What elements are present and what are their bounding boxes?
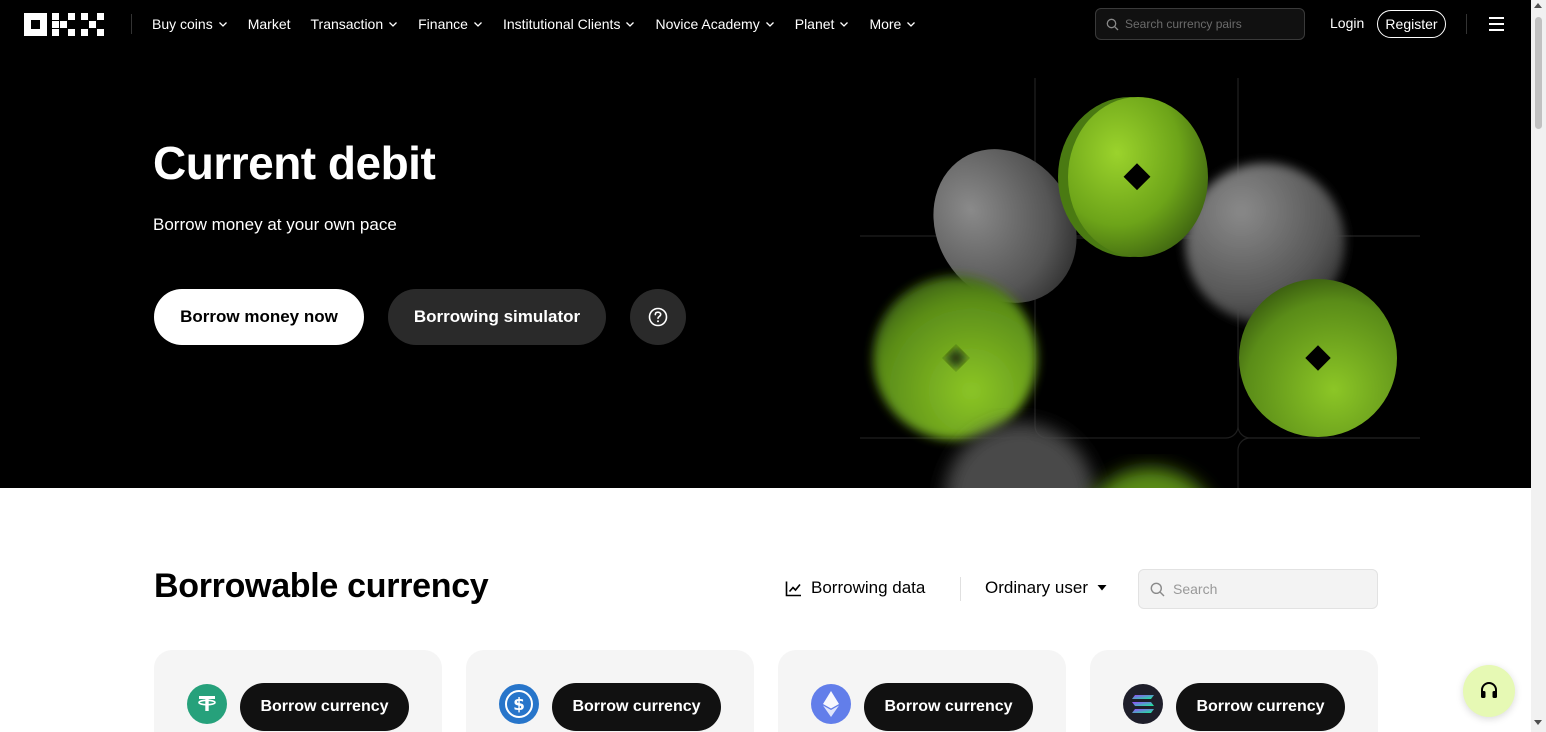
chevron-down-icon <box>473 22 482 27</box>
menu-icon[interactable] <box>1489 17 1504 31</box>
nav-item-novice-academy[interactable]: Novice Academy <box>655 16 774 32</box>
nav-item-planet[interactable]: Planet <box>795 16 850 32</box>
nav-item-finance[interactable]: Finance <box>418 16 483 32</box>
caret-down-icon <box>1097 585 1107 591</box>
login-link[interactable]: Login <box>1330 15 1364 31</box>
nav-item-label: Institutional Clients <box>502 16 621 32</box>
nav-item-label: Finance <box>418 16 468 32</box>
borrow-currency-button[interactable]: Borrow currency <box>864 683 1033 731</box>
currency-card: $ Borrow currency <box>466 650 754 732</box>
page-subtitle: Borrow money at your own pace <box>153 215 397 234</box>
nav-item-institutional-clients[interactable]: Institutional Clients <box>503 16 636 32</box>
currency-card: Borrow currency <box>1090 650 1378 732</box>
help-button[interactable] <box>630 289 686 345</box>
scroll-down-arrow[interactable] <box>1534 720 1542 725</box>
nav-item-more[interactable]: More <box>869 16 916 32</box>
tether-icon <box>187 684 227 724</box>
currency-card: Borrow currency <box>154 650 442 732</box>
chevron-down-icon <box>626 22 635 27</box>
register-button[interactable]: Register <box>1377 10 1446 38</box>
nav-item-transaction[interactable]: Transaction <box>311 16 399 32</box>
page-scrollbar[interactable] <box>1531 0 1546 732</box>
usdc-icon: $ <box>499 684 539 724</box>
currency-card: Borrow currency <box>778 650 1066 732</box>
user-type-label: Ordinary user <box>985 578 1088 597</box>
nav-item-market[interactable]: Market <box>248 16 291 32</box>
nav-item-label: Market <box>247 16 291 32</box>
user-type-dropdown[interactable]: Ordinary user <box>985 578 1107 598</box>
chart-line-icon <box>785 581 801 596</box>
borrow-currency-button[interactable]: Borrow currency <box>1176 683 1345 731</box>
support-chat-button[interactable] <box>1463 665 1515 717</box>
nav-item-label: Planet <box>794 16 835 32</box>
currency-search[interactable] <box>1138 569 1378 609</box>
scroll-up-arrow[interactable] <box>1534 3 1542 8</box>
nav-divider <box>131 14 132 34</box>
question-icon <box>648 307 668 327</box>
hero-banner: Current debit Borrow money at your own p… <box>0 48 1531 488</box>
nav-item-label: Buy coins <box>152 16 213 32</box>
chevron-down-icon <box>765 22 774 27</box>
search-icon <box>1150 582 1165 596</box>
toolbar-divider <box>960 577 961 601</box>
chevron-down-icon <box>840 22 849 27</box>
main-menu: Buy coins Market Transaction Finance Ins… <box>152 0 916 48</box>
currency-pair-search[interactable] <box>1095 8 1305 40</box>
okx-logo[interactable] <box>24 13 104 36</box>
currency-pair-search-input[interactable] <box>1125 17 1295 31</box>
coins-illustration <box>860 78 1420 488</box>
nav-item-label: More <box>869 16 902 32</box>
borrow-currency-button[interactable]: Borrow currency <box>240 683 409 731</box>
solana-icon <box>1123 684 1163 724</box>
currency-search-input[interactable] <box>1173 581 1363 597</box>
borrow-money-now-button[interactable]: Borrow money now <box>154 289 364 345</box>
search-icon <box>1106 18 1119 30</box>
nav-divider <box>1466 14 1467 34</box>
nav-item-label: Transaction <box>310 16 384 32</box>
scrollbar-thumb[interactable] <box>1535 17 1542 129</box>
chevron-down-icon <box>907 22 916 27</box>
page-title: Current debit <box>153 137 436 189</box>
ethereum-icon <box>811 684 851 724</box>
chevron-down-icon <box>218 22 227 27</box>
headset-icon <box>1481 682 1497 698</box>
nav-item-buy-coins[interactable]: Buy coins <box>152 16 228 32</box>
section-title: Borrowable currency <box>154 567 489 605</box>
borrowing-data-link[interactable]: Borrowing data <box>785 578 925 598</box>
top-navbar: Buy coins Market Transaction Finance Ins… <box>0 0 1531 48</box>
chevron-down-icon <box>389 22 398 27</box>
nav-item-label: Novice Academy <box>655 16 760 32</box>
borrowing-simulator-button[interactable]: Borrowing simulator <box>388 289 606 345</box>
borrow-currency-button[interactable]: Borrow currency <box>552 683 721 731</box>
svg-text:$: $ <box>513 695 525 715</box>
borrowing-data-label: Borrowing data <box>811 578 926 597</box>
